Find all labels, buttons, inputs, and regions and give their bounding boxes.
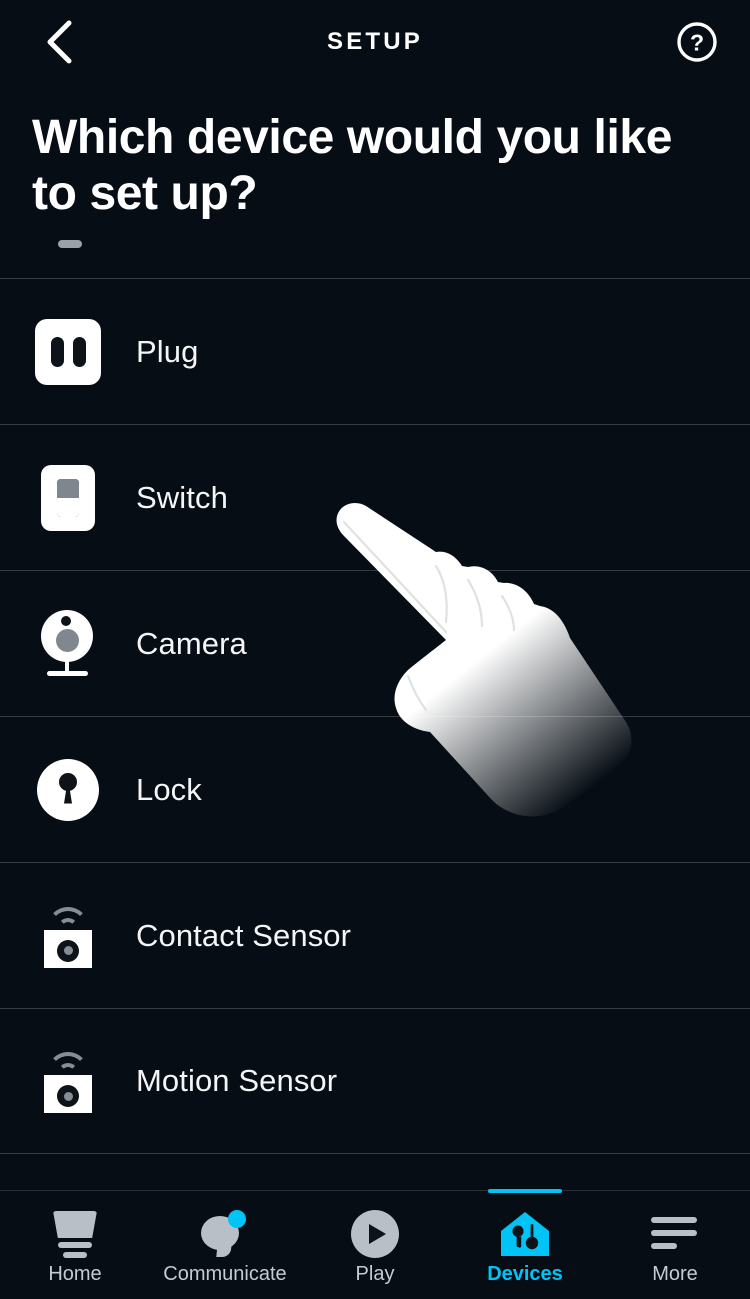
- setup-screen: SETUP ? Which device would you like to s…: [0, 0, 750, 1298]
- list-item-plug[interactable]: Plug: [0, 278, 750, 424]
- help-circle-icon: ?: [677, 22, 717, 62]
- tab-label: Home: [48, 1263, 102, 1285]
- light-switch-icon: [32, 462, 104, 534]
- svg-text:?: ?: [690, 30, 704, 56]
- speech-bubble-icon: [199, 1209, 251, 1259]
- list-item-switch[interactable]: Switch: [0, 424, 750, 570]
- back-button[interactable]: [34, 16, 86, 68]
- heading-section: Which device would you like to set up?: [0, 84, 750, 248]
- active-indicator: [488, 1189, 562, 1193]
- setup-question: Which device would you like to set up?: [32, 111, 672, 220]
- list-item-label: Plug: [136, 333, 199, 369]
- tab-label: Devices: [487, 1263, 563, 1285]
- chevron-left-icon: [47, 20, 72, 64]
- notification-badge: [228, 1210, 246, 1228]
- list-item-contact-sensor[interactable]: Contact Sensor: [0, 862, 750, 1008]
- list-item-label: Switch: [136, 479, 228, 515]
- lock-keyhole-icon: [32, 754, 104, 826]
- tab-label: Communicate: [163, 1263, 287, 1285]
- list-item-label: Camera: [136, 625, 247, 661]
- contact-sensor-icon: [32, 900, 104, 972]
- devices-house-icon: [499, 1209, 551, 1259]
- more-lines-icon: [651, 1209, 699, 1259]
- tab-communicate[interactable]: Communicate: [150, 1191, 300, 1299]
- list-item-motion-sensor[interactable]: Motion Sensor: [0, 1008, 750, 1154]
- app-header: SETUP ?: [0, 0, 750, 84]
- tab-label: Play: [355, 1263, 395, 1285]
- camera-icon: [32, 608, 104, 680]
- play-circle-icon: [351, 1209, 399, 1259]
- heading-rule: [58, 240, 82, 248]
- home-icon: [50, 1209, 100, 1259]
- list-item-camera[interactable]: Camera: [0, 570, 750, 716]
- tab-label: More: [652, 1263, 698, 1285]
- plug-outlet-icon: [32, 316, 104, 388]
- help-button[interactable]: ?: [676, 21, 718, 63]
- bottom-tab-bar: Home Communicate Play Devices More: [0, 1189, 750, 1299]
- list-item-lock[interactable]: Lock: [0, 716, 750, 862]
- tab-more[interactable]: More: [600, 1191, 750, 1299]
- tab-play[interactable]: Play: [300, 1191, 450, 1299]
- list-item-label: Lock: [136, 771, 202, 807]
- device-list: Plug Switch Camera Lock Contact Sensor M…: [0, 278, 750, 1154]
- list-item-label: Contact Sensor: [136, 917, 352, 953]
- tab-home[interactable]: Home: [0, 1191, 150, 1299]
- list-item-label: Motion Sensor: [136, 1063, 338, 1098]
- motion-sensor-icon: [32, 1045, 104, 1117]
- tab-devices[interactable]: Devices: [450, 1189, 600, 1299]
- page-title: SETUP: [326, 28, 423, 55]
